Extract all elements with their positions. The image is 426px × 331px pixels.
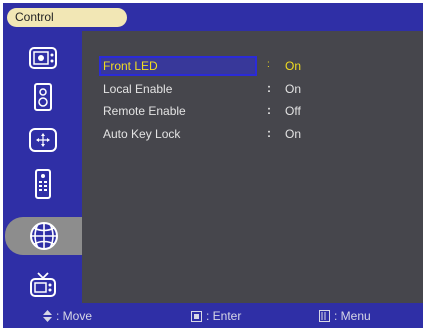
sidebar-item-tv[interactable]	[3, 265, 82, 303]
menu-title-tab[interactable]: Control	[7, 8, 127, 27]
hint-move-label: : Move	[56, 309, 93, 323]
picture-icon	[28, 47, 57, 69]
enter-key-icon	[191, 310, 202, 322]
menu-key-icon	[319, 310, 330, 322]
osd-menu: Control Front LED: On Local Enable: On…	[3, 3, 423, 328]
hint-move: : Move	[43, 309, 92, 323]
setting-separator: :	[267, 103, 271, 117]
setting-row-local-enable[interactable]: Local Enable : On	[99, 79, 399, 99]
setting-label: Auto Key Lock	[103, 127, 181, 141]
tv-icon	[29, 272, 56, 297]
setting-label: Front LED	[103, 59, 158, 73]
setting-separator: :	[267, 59, 270, 70]
sidebar-item-control[interactable]	[5, 217, 82, 255]
setting-row-auto-key-lock[interactable]: Auto Key Lock : On	[99, 124, 399, 144]
sidebar-item-position[interactable]	[3, 121, 82, 159]
setting-value[interactable]: On	[285, 59, 301, 73]
setting-label: Local Enable	[103, 82, 173, 96]
up-down-arrows-icon	[43, 310, 52, 322]
setting-separator: :	[267, 81, 271, 95]
setting-value[interactable]: On	[285, 127, 301, 141]
hint-enter-label: : Enter	[206, 309, 242, 323]
speaker-icon	[33, 83, 52, 111]
title-bar: Control	[3, 3, 423, 31]
sidebar-item-remote[interactable]	[3, 165, 82, 203]
setting-row-front-led[interactable]: Front LED : On	[99, 56, 399, 76]
sidebar-item-picture[interactable]	[3, 39, 82, 77]
key-hint-bar: : Move : Enter : Menu	[3, 303, 423, 328]
position-icon	[28, 128, 57, 152]
setting-row-remote-enable[interactable]: Remote Enable : Off	[99, 101, 399, 121]
setting-value[interactable]: On	[285, 82, 301, 96]
remote-control-icon	[34, 169, 51, 199]
sidebar-item-audio[interactable]	[3, 78, 82, 116]
sidebar	[3, 31, 82, 303]
setting-label: Remote Enable	[103, 104, 186, 118]
setting-separator: :	[267, 126, 271, 140]
control-globe-icon	[29, 222, 58, 250]
setting-value[interactable]: Off	[285, 104, 301, 118]
hint-menu: : Menu	[319, 309, 371, 323]
hint-menu-label: : Menu	[334, 309, 371, 323]
hint-enter: : Enter	[191, 309, 241, 323]
settings-panel: Front LED : On Local Enable : On Remote …	[82, 31, 423, 303]
